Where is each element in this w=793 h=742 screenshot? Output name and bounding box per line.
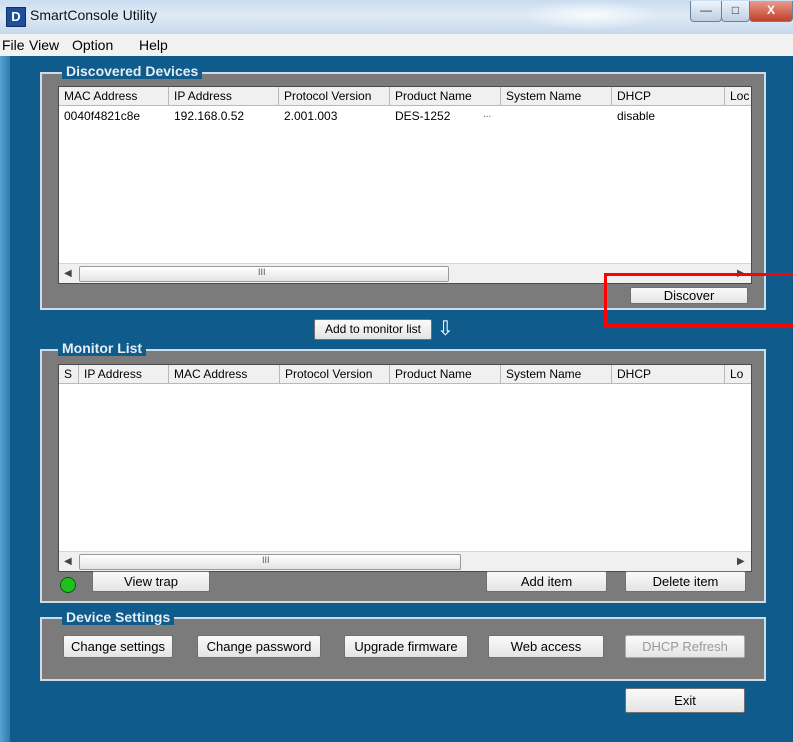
scroll-right-arrow-icon[interactable]: ▶ <box>737 556 745 567</box>
title-glow <box>520 0 660 30</box>
col-status[interactable]: S <box>59 365 79 384</box>
status-indicator-icon <box>60 577 76 593</box>
menu-view[interactable]: View <box>29 37 59 53</box>
cell-mac: 0040f4821c8e <box>64 109 141 123</box>
scroll-left-arrow-icon[interactable]: ◀ <box>64 268 72 279</box>
menu-bar: File View Option Help <box>0 34 793 57</box>
upgrade-firmware-button[interactable]: Upgrade firmware <box>344 635 468 658</box>
horizontal-scrollbar[interactable]: ◀ III ▶ <box>59 551 751 571</box>
window-title: SmartConsole Utility <box>30 7 157 23</box>
change-settings-button[interactable]: Change settings <box>63 635 173 658</box>
discovered-devices-table[interactable]: MAC Address IP Address Protocol Version … <box>58 86 752 284</box>
col-product-name[interactable]: Product Name <box>390 365 501 384</box>
table-row[interactable]: 0040f4821c8e 192.168.0.52 2.001.003 DES-… <box>59 108 751 126</box>
exit-button[interactable]: Exit <box>625 688 745 713</box>
web-access-button[interactable]: Web access <box>488 635 604 658</box>
col-system-name[interactable]: System Name <box>501 87 612 106</box>
scroll-left-arrow-icon[interactable]: ◀ <box>64 556 72 567</box>
device-settings-legend: Device Settings <box>62 609 175 625</box>
col-product-name[interactable]: Product Name <box>390 87 501 106</box>
col-mac-address[interactable]: MAC Address <box>169 365 280 384</box>
close-button[interactable]: X <box>749 1 793 22</box>
col-location[interactable]: Lo <box>725 365 751 384</box>
menu-help[interactable]: Help <box>139 37 168 53</box>
dhcp-refresh-button: DHCP Refresh <box>625 635 745 658</box>
app-logo-icon: D <box>6 7 26 27</box>
col-dhcp[interactable]: DHCP <box>612 365 725 384</box>
menu-option[interactable]: Option <box>72 37 113 53</box>
col-ip-address[interactable]: IP Address <box>79 365 169 384</box>
add-item-button[interactable]: Add item <box>486 571 607 592</box>
col-protocol-version[interactable]: Protocol Version <box>279 87 390 106</box>
maximize-button[interactable]: □ <box>721 1 750 22</box>
title-bar: D SmartConsole Utility — □ X <box>0 0 793 35</box>
cell-ip: 192.168.0.52 <box>174 109 245 123</box>
discovered-devices-legend: Discovered Devices <box>62 63 203 79</box>
minimize-button[interactable]: — <box>690 1 722 22</box>
delete-item-button[interactable]: Delete item <box>625 571 746 592</box>
window-edge <box>0 56 10 742</box>
view-trap-button[interactable]: View trap <box>92 571 210 592</box>
scroll-thumb[interactable]: III <box>79 554 461 570</box>
cell-dhcp: disable <box>617 109 656 123</box>
scroll-grip-icon: III <box>258 267 266 277</box>
scroll-grip-icon: III <box>262 555 270 565</box>
change-password-button[interactable]: Change password <box>197 635 321 658</box>
down-arrow-icon: ⇩ <box>437 318 454 340</box>
monitor-list-table[interactable]: S IP Address MAC Address Protocol Versio… <box>58 364 752 572</box>
col-mac-address[interactable]: MAC Address <box>59 87 169 106</box>
col-dhcp[interactable]: DHCP <box>612 87 725 106</box>
cell-product: DES-1252 <box>395 109 451 123</box>
highlight-box <box>604 273 793 327</box>
scroll-thumb[interactable]: III <box>79 266 449 282</box>
col-protocol-version[interactable]: Protocol Version <box>280 365 390 384</box>
col-location[interactable]: Loc <box>725 87 751 106</box>
col-system-name[interactable]: System Name <box>501 365 612 384</box>
add-to-monitor-list-button[interactable]: Add to monitor list <box>314 319 432 340</box>
col-ip-address[interactable]: IP Address <box>169 87 279 106</box>
cell-protocol: 2.001.003 <box>284 109 338 123</box>
cell-ellipsis: ... <box>483 109 492 120</box>
monitor-list-legend: Monitor List <box>58 340 147 356</box>
menu-file[interactable]: File <box>2 37 25 53</box>
